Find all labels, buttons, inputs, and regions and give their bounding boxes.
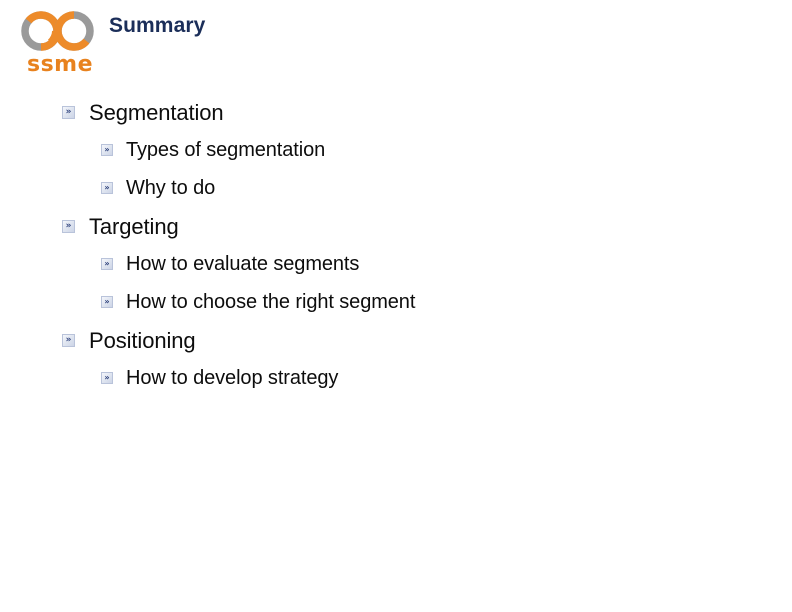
bullet-arrow-glyph: » [65, 221, 72, 231]
presentation-slide: ssme Summary » Segmentation » Types of segm… [0, 0, 792, 612]
bullet-item-label: How to evaluate segments [126, 253, 360, 275]
bullet-arrow-glyph: » [104, 259, 110, 268]
bullet-arrow-glyph: » [65, 335, 72, 345]
bullet-arrow-glyph: » [104, 183, 110, 192]
bullet-item-level-2: » How to develop strategy [0, 364, 792, 402]
bullet-item-label: Segmentation [89, 100, 224, 125]
bullet-item-label: Targeting [89, 214, 179, 239]
bullet-arrow-glyph: » [104, 297, 110, 306]
ssme-wordmark: ssme [26, 52, 94, 77]
bullet-item-label: How to develop strategy [126, 367, 339, 389]
page-title: Summary [109, 14, 206, 37]
bullet-item-level-2: » How to choose the right segment [0, 288, 792, 326]
bullet-arrow-icon: » [62, 220, 75, 233]
ssme-interlocking-rings-logo [16, 8, 102, 54]
bullet-item-label: Types of segmentation [126, 139, 326, 161]
bullet-arrow-glyph: » [104, 373, 110, 382]
bullet-item-level-2: » How to evaluate segments [0, 250, 792, 288]
bullet-arrow-icon: » [101, 258, 113, 270]
bullet-item-label: Positioning [89, 328, 196, 353]
ssme-logo: ssme [16, 8, 102, 80]
slide-header: ssme Summary [0, 0, 792, 86]
bullet-arrow-icon: » [101, 296, 113, 308]
bullet-arrow-glyph: » [65, 107, 72, 117]
bullet-arrow-icon: » [101, 182, 113, 194]
bullet-item-level-1: » Segmentation [0, 98, 792, 136]
bullet-arrow-icon: » [101, 372, 113, 384]
bullet-item-level-2: » Types of segmentation [0, 136, 792, 174]
bullet-arrow-glyph: » [104, 145, 110, 154]
bullet-item-level-1: » Positioning [0, 326, 792, 364]
bullet-list: » Segmentation » Types of segmentation » Why … [0, 98, 792, 402]
bullet-item-level-2: » Why to do [0, 174, 792, 212]
bullet-arrow-icon: » [62, 106, 75, 119]
bullet-item-level-1: » Targeting [0, 212, 792, 250]
bullet-item-label: How to choose the right segment [126, 291, 416, 313]
bullet-item-label: Why to do [126, 177, 216, 199]
bullet-arrow-icon: » [62, 334, 75, 347]
bullet-arrow-icon: » [101, 144, 113, 156]
